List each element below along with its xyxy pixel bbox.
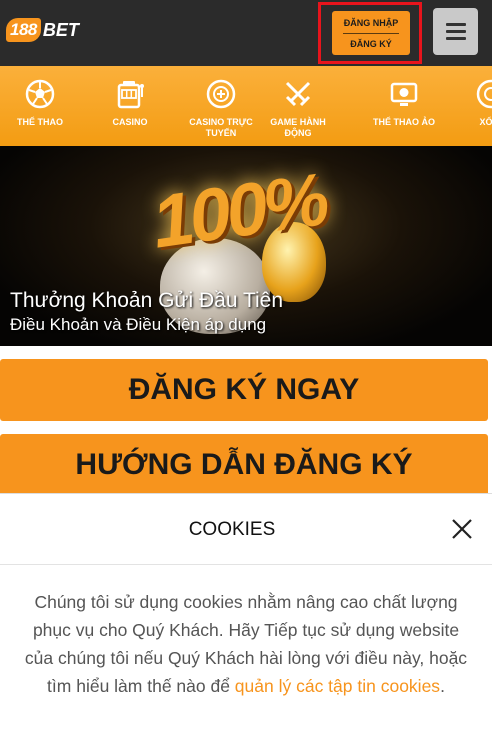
cookie-title: COOKIES [188,519,276,540]
hamburger-menu-button[interactable] [433,8,478,55]
hamburger-icon-bar [445,23,466,26]
slot-machine-icon [117,81,144,109]
cookie-header: COOKIES [0,494,492,565]
nav-item-action-games[interactable]: GAME HÀNH ĐỘNG [258,66,338,146]
logo-number: 188 [6,18,41,42]
virtual-sports-screen-icon [390,82,418,106]
login-label[interactable]: ĐĂNG NHẬP [344,18,399,28]
nav-item-casino[interactable]: CASINO [90,66,170,146]
nav-item-sports[interactable]: THỂ THAO [0,66,80,146]
crossed-swords-icon [285,81,311,107]
hamburger-icon-bar [445,30,466,33]
logo-188bet[interactable]: 188 BET [6,18,79,42]
nav-label: CASINO [112,117,148,127]
nav-label: THỂ THAO [17,117,63,127]
nav-item-lottery[interactable]: XỔ [446,66,492,146]
login-register-button[interactable]: ĐĂNG NHẬP ĐĂNG KÝ [332,11,410,55]
soccer-ball-icon [25,79,55,109]
close-icon[interactable] [450,517,474,541]
nav-item-virtual-sports[interactable]: THỂ THAO ẢO [364,66,444,146]
banner-title: Thưởng Khoản Gửi Đầu Tiên [10,289,284,312]
cookie-end: . [440,676,445,696]
login-separator [343,32,399,34]
cookie-message: Chúng tôi sử dụng cookies nhằm nâng cao … [20,588,472,700]
manage-cookies-link[interactable]: quản lý các tập tin cookies [235,676,440,696]
roulette-chip-icon [206,79,236,109]
nav-item-live-casino[interactable]: CASINO TRỰC TUYẾN [181,66,261,146]
top-header: 188 BET ĐĂNG NHẬP ĐĂNG KÝ [0,0,492,66]
category-nav: THỂ THAO CASINO CASINO TRỰC TUYẾN GAME H… [0,66,492,146]
banner-subtitle: Điều Khoản và Điều Kiện áp dụng [10,315,267,334]
promo-banner[interactable]: 100% Thưởng Khoản Gửi Đầu Tiên Điều Khoả… [0,146,492,346]
nav-label: GAME HÀNH ĐỘNG [270,117,326,138]
nav-label: CASINO TRỰC TUYẾN [189,117,253,138]
logo-text: BET [42,19,79,40]
nav-label: THỂ THAO ẢO [373,117,435,127]
cookie-consent-panel: COOKIES Chúng tôi sử dụng cookies nhằm n… [0,493,492,742]
register-guide-button[interactable]: HƯỚNG DẪN ĐĂNG KÝ [0,434,488,496]
lottery-ball-icon [476,79,492,109]
register-now-button[interactable]: ĐĂNG KÝ NGAY [0,359,488,421]
hamburger-icon-bar [445,37,466,40]
register-label[interactable]: ĐĂNG KÝ [350,39,392,49]
login-highlight-frame: ĐĂNG NHẬP ĐĂNG KÝ [318,2,422,64]
nav-label: XỔ [479,117,492,127]
